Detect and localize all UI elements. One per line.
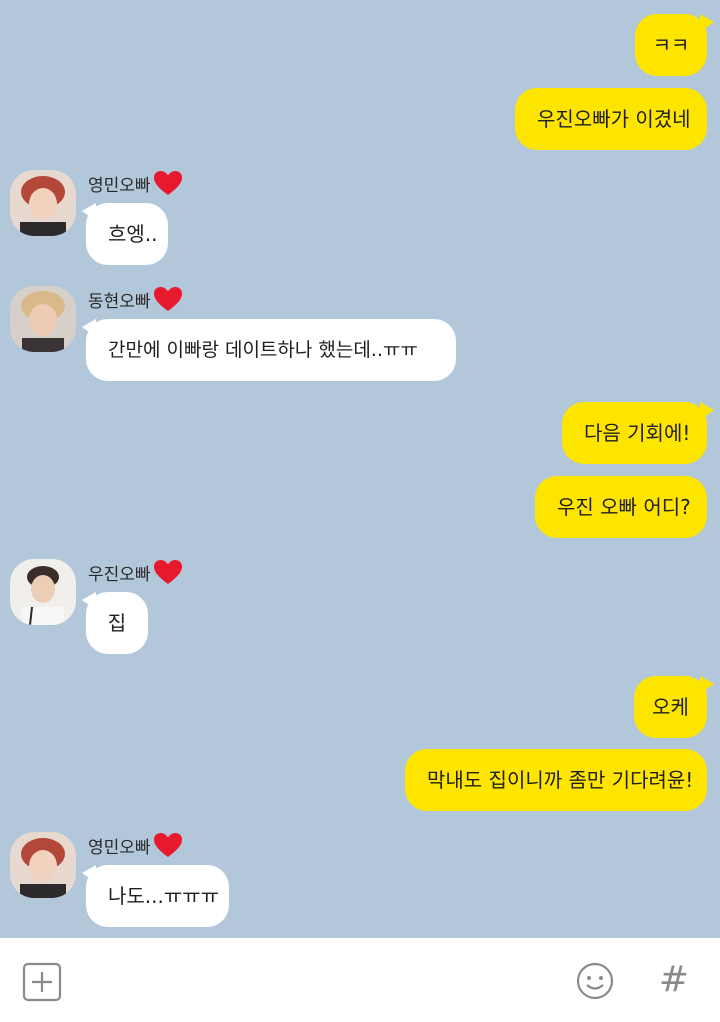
profile-photo bbox=[10, 559, 76, 625]
my-message-bubble[interactable]: 우진 오빠 어디? bbox=[535, 476, 707, 538]
message-text: 막내도 집이니까 좀만 기다려윤! bbox=[427, 768, 694, 792]
message-text: ㅋㅋ bbox=[652, 33, 690, 57]
profile-photo bbox=[10, 286, 76, 352]
my-message-bubble[interactable]: 우진오빠가 이겼네 bbox=[515, 88, 707, 150]
avatar[interactable] bbox=[10, 559, 76, 625]
message-text: 다음 기회에! bbox=[584, 421, 691, 445]
sender-name: 영민오빠 bbox=[88, 832, 183, 858]
message-text: 집 bbox=[107, 611, 127, 635]
my-message-bubble[interactable]: 막내도 집이니까 좀만 기다려윤! bbox=[405, 749, 707, 811]
profile-photo bbox=[10, 832, 76, 898]
sender-name-text: 영민오빠 bbox=[88, 175, 151, 196]
message-text: 간만에 이빠랑 데이트하나 했는데..ㅠㅠ bbox=[108, 339, 418, 361]
input-toolbar: # bbox=[0, 938, 720, 1022]
my-message-bubble[interactable]: 다음 기회에! bbox=[562, 402, 707, 464]
emoji-icon[interactable] bbox=[576, 962, 614, 1000]
sender-name: 영민오빠 bbox=[88, 170, 183, 196]
profile-photo bbox=[10, 170, 76, 236]
message-text: 오케 bbox=[652, 695, 689, 719]
message-text: 우진 오빠 어디? bbox=[557, 495, 691, 519]
add-icon[interactable] bbox=[22, 962, 62, 1002]
their-message-bubble[interactable]: 집 bbox=[86, 592, 148, 654]
sender-name-text: 영민오빠 bbox=[88, 837, 151, 858]
my-message-bubble[interactable]: 오케 bbox=[634, 676, 707, 738]
message-text: 흐엥.. bbox=[108, 222, 158, 246]
heart-icon bbox=[153, 560, 182, 584]
heart-icon bbox=[153, 171, 182, 195]
sender-name-text: 우진오빠 bbox=[88, 564, 151, 585]
their-message-bubble[interactable]: 나도...ㅠㅠㅠ bbox=[86, 865, 229, 927]
heart-icon bbox=[153, 833, 182, 857]
message-text: 나도...ㅠㅠㅠ bbox=[108, 884, 220, 908]
heart-icon bbox=[153, 287, 182, 311]
their-message-bubble[interactable]: 간만에 이빠랑 데이트하나 했는데..ㅠㅠ bbox=[86, 319, 456, 381]
message-text: 우진오빠가 이겼네 bbox=[537, 107, 691, 131]
my-message-bubble[interactable]: ㅋㅋ bbox=[635, 14, 707, 76]
hashtag-search-button[interactable]: # bbox=[654, 958, 694, 1002]
avatar[interactable] bbox=[10, 832, 76, 898]
sender-name: 우진오빠 bbox=[88, 559, 183, 585]
sender-name-text: 동현오빠 bbox=[88, 291, 151, 312]
sender-name: 동현오빠 bbox=[88, 286, 183, 312]
chat-room[interactable]: ㅋㅋ 우진오빠가 이겼네 영민오빠 흐엥.. 동현오빠 간만에 이빠랑 데이트하… bbox=[0, 0, 720, 938]
avatar[interactable] bbox=[10, 286, 76, 352]
avatar[interactable] bbox=[10, 170, 76, 236]
bubble-tail bbox=[700, 14, 714, 32]
their-message-bubble[interactable]: 흐엥.. bbox=[86, 203, 168, 265]
